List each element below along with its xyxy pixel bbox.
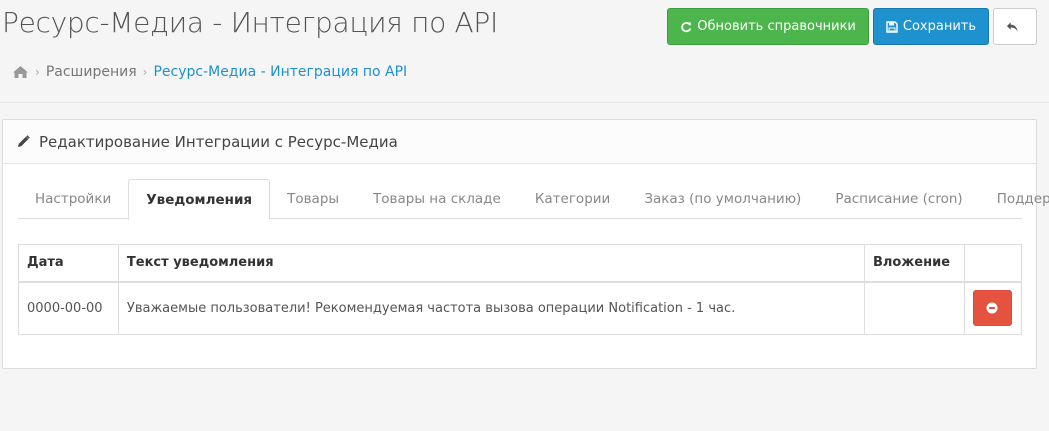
tab-schedule-cron[interactable]: Расписание (cron) xyxy=(818,179,979,219)
breadcrumb-item-extensions[interactable]: Расширения xyxy=(46,64,137,80)
panel-heading: Редактирование Интеграции с Ресурс-Медиа xyxy=(3,120,1036,164)
tab-notifications[interactable]: Уведомления xyxy=(128,179,271,220)
panel-title: Редактирование Интеграции с Ресурс-Медиа xyxy=(39,132,398,151)
edit-panel: Редактирование Интеграции с Ресурс-Медиа… xyxy=(2,119,1049,369)
tab-order-default[interactable]: Заказ (по умолчанию) xyxy=(627,179,818,219)
breadcrumb-item-current[interactable]: Ресурс-Медиа - Интеграция по API xyxy=(153,64,407,80)
breadcrumb: › Расширения › Ресурс-Медиа - Интеграция… xyxy=(12,64,407,80)
table-row: 0000-00-00 Уважаемые пользователи! Реком… xyxy=(18,281,1023,335)
page-title: Ресурс-Медиа - Интеграция по API xyxy=(2,6,498,39)
tab-categories[interactable]: Категории xyxy=(518,179,628,219)
save-button[interactable]: Сохранить xyxy=(872,8,989,45)
refresh-references-button[interactable]: Обновить справочники xyxy=(667,8,869,45)
delete-notification-button[interactable] xyxy=(972,290,1012,327)
save-label: Сохранить xyxy=(902,19,976,34)
header-actions: Обновить справочники Сохранить xyxy=(667,8,1037,45)
column-header-date: Дата xyxy=(18,244,119,283)
pencil-icon xyxy=(18,135,30,147)
tab-products[interactable]: Товары xyxy=(270,179,356,219)
back-button[interactable] xyxy=(993,8,1037,45)
header-divider xyxy=(0,102,1049,103)
breadcrumb-separator: › xyxy=(142,65,148,79)
refresh-references-label: Обновить справочники xyxy=(697,19,856,34)
tab-settings[interactable]: Настройки xyxy=(18,179,128,219)
column-header-text: Текст уведомления xyxy=(117,244,865,283)
home-icon[interactable] xyxy=(12,65,29,79)
cell-date: 0000-00-00 xyxy=(18,281,119,335)
tab-support[interactable]: Поддержка xyxy=(980,179,1049,219)
refresh-icon xyxy=(681,21,692,32)
column-header-actions xyxy=(963,244,1023,283)
minus-circle-icon xyxy=(986,302,998,314)
cell-attachment xyxy=(863,281,965,335)
breadcrumb-separator: › xyxy=(35,65,40,79)
reply-icon xyxy=(1006,21,1018,32)
save-icon xyxy=(886,20,898,33)
table-header-row: Дата Текст уведомления Вложение xyxy=(18,244,1023,283)
tab-bar: Настройки Уведомления Товары Товары на с… xyxy=(18,179,1049,220)
notifications-table: Дата Текст уведомления Вложение 0000-00-… xyxy=(18,244,1023,335)
tab-stock[interactable]: Товары на складе xyxy=(356,179,518,219)
cell-text: Уважаемые пользователи! Рекомендуемая ча… xyxy=(117,281,865,335)
column-header-attachment: Вложение xyxy=(863,244,965,283)
cell-actions xyxy=(963,281,1023,335)
